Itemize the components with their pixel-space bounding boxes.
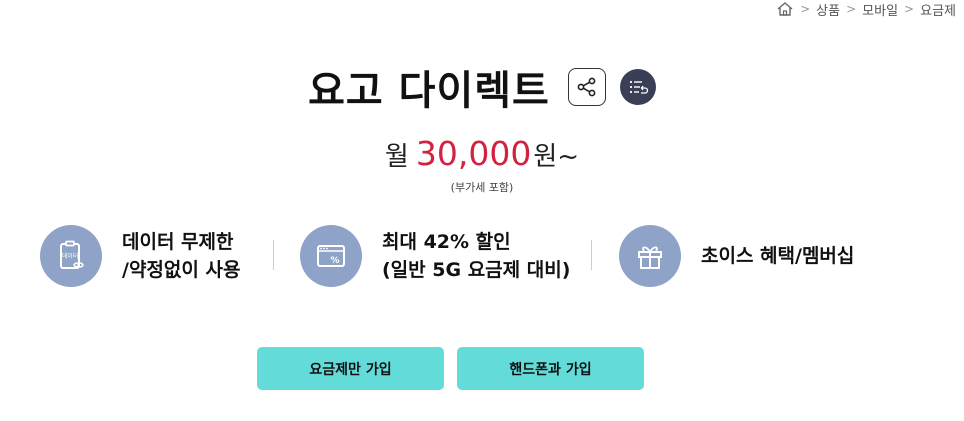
title-row: 요고 다이렉트 [0,58,964,116]
price-amount: 30,000 [415,134,532,173]
phone-signup-button[interactable]: 핸드폰과 가입 [457,347,644,390]
breadcrumb: > 상품 > 모바일 > 요금제 [776,0,956,19]
feature-line: 데이터 무제한 [122,231,234,253]
feature-line: (일반 5G 요금제 대비) [382,259,571,281]
feature-discount: % 최대 42% 할인 (일반 5G 요금제 대비) [300,225,570,287]
feature-line: /약정없이 사용 [122,259,241,281]
feature-text: 최대 42% 할인 (일반 5G 요금제 대비) [382,228,570,284]
page-title: 요고 다이렉트 [308,68,550,114]
home-icon[interactable] [776,1,794,17]
chevron-right-icon: > [846,2,857,16]
divider [273,240,274,270]
feature-line: 초이스 혜택/멤버십 [701,245,855,267]
price-prefix: 월 [384,142,409,172]
price: 월 30,000원~ [0,134,964,173]
chevron-right-icon: > [800,2,811,16]
chevron-right-icon: > [904,2,915,16]
feature-text: 초이스 혜택/멤버십 [701,242,854,270]
feature-line: 최대 42% 할인 [382,231,511,253]
feature-text: 데이터 무제한 /약정없이 사용 [122,228,240,284]
vat-note: (부가세 포함) [450,181,514,194]
svg-text:%: % [330,256,339,266]
data-unlimited-icon: 데이터 [40,225,102,287]
breadcrumb-item-mobile[interactable]: 모바일 [862,0,898,19]
plan-only-signup-button[interactable]: 요금제만 가입 [257,347,444,390]
data-icon-text: 데이터 [62,252,79,260]
divider [591,240,592,270]
feature-choice-benefit: 초이스 혜택/멤버십 [619,225,854,287]
share-button[interactable] [567,68,606,106]
list-return-icon [629,80,648,94]
discount-percent-icon: % [300,225,362,287]
plan-list-button[interactable] [619,69,656,105]
feature-list: 데이터 데이터 무제한 /약정없이 사용 % 최대 42% 할인 (일반 5G … [40,225,924,289]
breadcrumb-item-products[interactable]: 상품 [816,0,840,19]
gift-icon [619,225,681,287]
share-icon [577,77,596,97]
feature-unlimited-data: 데이터 데이터 무제한 /약정없이 사용 [40,225,240,287]
price-suffix: 원~ [533,142,580,172]
breadcrumb-item-plans[interactable]: 요금제 [920,0,956,19]
